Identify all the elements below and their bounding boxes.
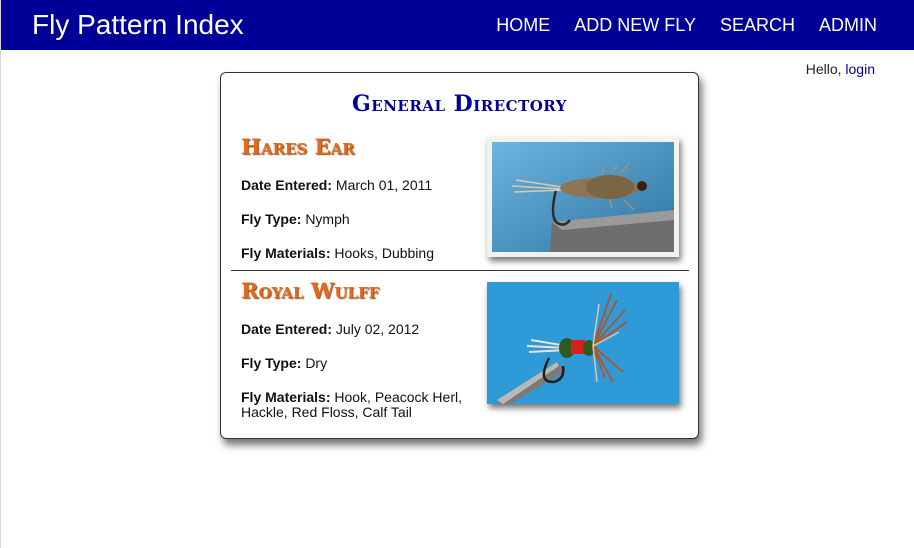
top-navigation-bar: Fly Pattern Index HOME ADD NEW FLY SEARC… — [1, 0, 914, 50]
directory-card: General Directory Hares Ear Date Entered… — [220, 72, 699, 439]
fly-type-field: Fly Type: Nymph — [241, 212, 476, 227]
fly-type-value: Nymph — [305, 211, 350, 227]
fly-type-field: Fly Type: Dry — [241, 356, 476, 371]
date-entered-label: Date Entered: — [241, 321, 333, 337]
nav-admin-link[interactable]: ADMIN — [819, 14, 877, 36]
fly-materials-field: Fly Materials: Hooks, Dubbing — [241, 246, 476, 261]
date-entered-label: Date Entered: — [241, 177, 333, 193]
fly-materials-value: Hooks, Dubbing — [334, 245, 434, 261]
fly-entry: Royal Wulff Date Entered: July 02, 2012 … — [221, 279, 698, 429]
date-entered-value: July 02, 2012 — [335, 321, 420, 337]
fly-name-link[interactable]: Hares Ear — [241, 135, 355, 159]
fly-type-label: Fly Type: — [241, 355, 302, 371]
fly-materials-label: Fly Materials: — [241, 389, 331, 405]
entry-divider — [231, 270, 689, 271]
nav-search-link[interactable]: SEARCH — [720, 14, 795, 36]
fly-photo[interactable] — [487, 282, 679, 404]
fly-type-label: Fly Type: — [241, 211, 302, 227]
fly-entry: Hares Ear Date Entered: March 01, 2011 F… — [221, 135, 698, 271]
date-entered-field: Date Entered: March 01, 2011 — [241, 178, 476, 193]
fly-materials-field: Fly Materials: Hook, Peacock Herl, Hackl… — [241, 390, 476, 420]
fly-photo[interactable] — [487, 137, 679, 257]
main-nav: HOME ADD NEW FLY SEARCH ADMIN — [496, 14, 877, 36]
nav-add-new-fly-link[interactable]: ADD NEW FLY — [574, 14, 696, 36]
fly-type-value: Dry — [305, 355, 328, 371]
royal-wulff-image — [487, 282, 679, 404]
fly-name-link[interactable]: Royal Wulff — [241, 279, 379, 303]
fly-materials-label: Fly Materials: — [241, 245, 331, 261]
hares-ear-image — [492, 142, 674, 252]
user-greeting: Hello, login — [806, 61, 875, 77]
date-entered-value: March 01, 2011 — [335, 177, 433, 193]
nav-home-link[interactable]: HOME — [496, 14, 550, 36]
login-link[interactable]: login — [845, 61, 875, 77]
directory-title: General Directory — [351, 91, 568, 117]
site-title-link[interactable]: Fly Pattern Index — [32, 9, 244, 41]
date-entered-field: Date Entered: July 02, 2012 — [241, 322, 476, 337]
greeting-text: Hello, — [805, 61, 846, 77]
